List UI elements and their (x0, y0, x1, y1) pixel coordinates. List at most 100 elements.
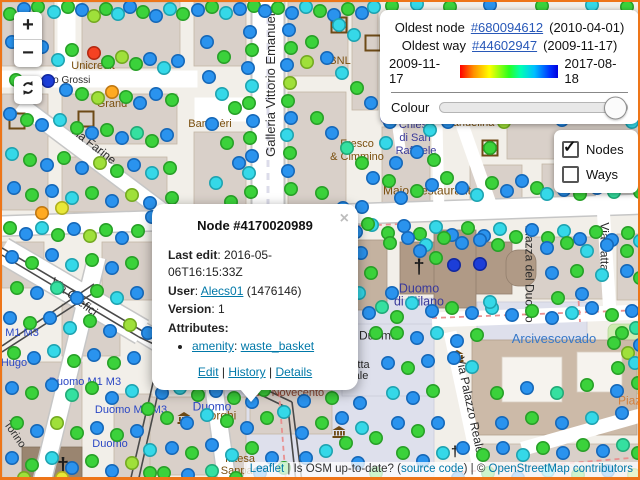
node-marker[interactable] (24, 457, 39, 472)
node-marker[interactable] (46, 5, 61, 19)
node-marker[interactable] (90, 420, 105, 435)
node-marker[interactable] (7, 345, 21, 360)
node-marker[interactable] (163, 2, 178, 16)
node-marker[interactable] (227, 390, 242, 405)
node-marker[interactable] (87, 9, 102, 23)
node-marker[interactable] (381, 174, 396, 189)
node-marker[interactable] (464, 359, 479, 374)
node-marker[interactable] (52, 113, 67, 128)
node-marker[interactable] (191, 3, 206, 17)
node-marker[interactable] (420, 353, 435, 368)
node-marker[interactable] (495, 440, 510, 455)
node-marker[interactable] (492, 222, 507, 237)
node-marker[interactable] (428, 220, 443, 235)
node-marker[interactable] (629, 321, 640, 335)
node-marker[interactable] (149, 87, 164, 102)
node-marker[interactable] (7, 181, 21, 196)
node-marker[interactable] (524, 303, 539, 318)
node-marker[interactable] (257, 4, 272, 18)
node-marker[interactable] (304, 34, 319, 49)
node-marker[interactable] (64, 460, 79, 475)
node-marker[interactable] (436, 231, 451, 246)
node-marker[interactable] (127, 158, 142, 173)
node-marker[interactable] (205, 117, 220, 132)
node-marker[interactable] (123, 317, 138, 332)
node-marker[interactable] (284, 6, 299, 20)
node-marker[interactable] (549, 385, 564, 400)
node-marker[interactable] (575, 437, 590, 452)
node-marker[interactable] (87, 347, 102, 362)
node-marker[interactable] (136, 5, 151, 19)
node-marker[interactable] (324, 126, 339, 141)
node-marker[interactable] (280, 164, 295, 179)
node-marker[interactable] (133, 96, 148, 111)
node-marker[interactable] (472, 233, 487, 248)
node-marker[interactable] (24, 385, 39, 400)
node-marker[interactable] (283, 40, 298, 55)
attribution-link[interactable]: Leaflet (250, 463, 285, 475)
node-marker[interactable] (579, 244, 594, 259)
node-marker[interactable] (129, 56, 144, 71)
node-marker[interactable] (584, 410, 599, 425)
node-marker[interactable] (494, 415, 509, 430)
node-marker[interactable] (75, 3, 90, 17)
node-marker[interactable] (259, 410, 274, 425)
node-marker[interactable] (105, 260, 120, 275)
node-marker[interactable] (388, 156, 403, 171)
node-marker[interactable] (588, 225, 603, 240)
node-marker[interactable] (424, 178, 439, 193)
node-marker[interactable] (3, 310, 17, 325)
edit-link[interactable]: Edit (198, 365, 219, 379)
oldest-way-link[interactable]: #44602947 (472, 38, 537, 53)
node-marker[interactable] (385, 385, 400, 400)
node-marker[interactable] (64, 42, 79, 57)
node-marker[interactable] (143, 442, 158, 457)
node-marker[interactable] (5, 450, 19, 465)
node-marker[interactable] (472, 257, 487, 272)
node-marker[interactable] (100, 123, 115, 138)
node-marker[interactable] (484, 176, 499, 191)
node-marker[interactable] (368, 325, 383, 340)
node-marker[interactable] (245, 79, 260, 94)
node-marker[interactable] (58, 83, 73, 98)
node-marker[interactable] (10, 280, 24, 295)
node-marker[interactable] (110, 427, 125, 442)
node-marker[interactable] (604, 307, 619, 322)
node-marker[interactable] (119, 90, 134, 105)
node-marker[interactable] (412, 244, 427, 259)
node-marker[interactable] (39, 158, 54, 173)
node-marker[interactable] (389, 325, 404, 340)
node-marker[interactable] (595, 443, 610, 458)
node-marker[interactable] (446, 257, 461, 272)
node-marker[interactable] (200, 34, 215, 49)
node-marker[interactable] (363, 96, 378, 111)
node-marker[interactable] (314, 186, 329, 201)
node-marker[interactable] (243, 24, 258, 39)
node-marker[interactable] (361, 305, 376, 320)
node-marker[interactable] (40, 74, 55, 89)
node-marker[interactable] (29, 423, 44, 438)
node-marker[interactable] (241, 60, 256, 75)
node-marker[interactable] (5, 250, 19, 265)
node-marker[interactable] (430, 415, 445, 430)
node-marker[interactable] (346, 27, 361, 42)
node-marker[interactable] (625, 304, 638, 318)
node-marker[interactable] (10, 415, 24, 430)
node-marker[interactable] (85, 186, 100, 201)
node-marker[interactable] (354, 200, 369, 215)
node-marker[interactable] (200, 407, 215, 422)
node-marker[interactable] (299, 54, 314, 69)
node-marker[interactable] (5, 147, 19, 162)
node-marker[interactable] (62, 320, 77, 335)
node-marker[interactable] (338, 435, 353, 450)
node-marker[interactable] (354, 156, 369, 171)
node-marker[interactable] (205, 437, 220, 452)
node-marker[interactable] (599, 238, 614, 253)
node-marker[interactable] (24, 256, 39, 271)
node-marker[interactable] (245, 440, 260, 455)
node-marker[interactable] (125, 256, 140, 271)
node-marker[interactable] (217, 49, 232, 64)
node-marker[interactable] (464, 305, 479, 320)
node-marker[interactable] (99, 2, 114, 16)
node-marker[interactable] (475, 447, 490, 462)
